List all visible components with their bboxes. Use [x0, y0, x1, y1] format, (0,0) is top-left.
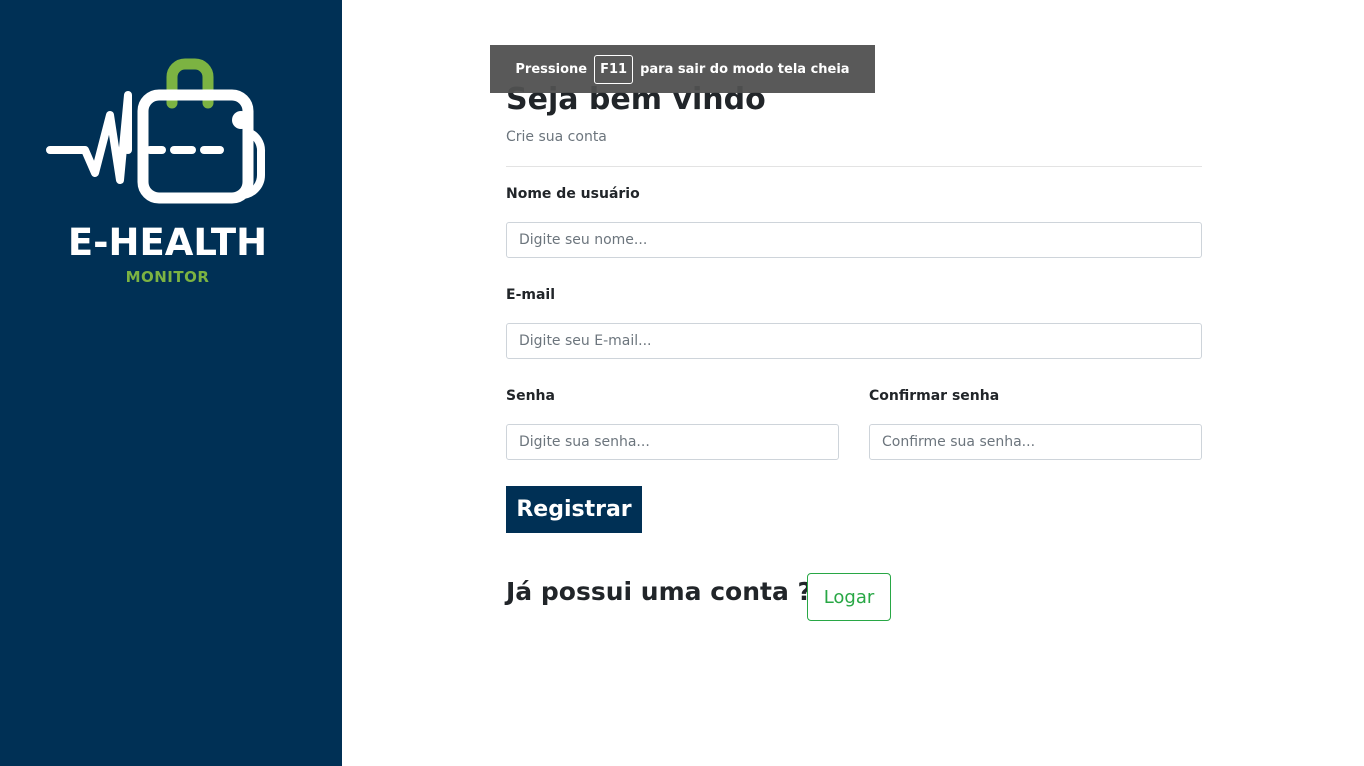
password-label: Senha: [506, 388, 555, 404]
fullscreen-notice: Pressione F11 para sair do modo tela che…: [490, 45, 875, 93]
page-subtitle: Crie sua conta: [506, 129, 607, 145]
divider: [506, 166, 1202, 167]
medical-bag-heartbeat-icon: [46, 58, 265, 204]
sidebar: E-HEALTH MONITOR: [0, 0, 342, 766]
have-account-text: Já possui uma conta ?: [506, 577, 813, 606]
email-label: E-mail: [506, 287, 556, 303]
f11-key-badge: F11: [594, 54, 634, 84]
username-input[interactable]: [506, 222, 1202, 258]
fullscreen-notice-after: para sair do modo tela cheia: [640, 61, 850, 77]
brand-subname: MONITOR: [125, 268, 210, 286]
register-button[interactable]: Registrar: [506, 486, 642, 533]
confirm-password-input[interactable]: [869, 424, 1202, 460]
email-input[interactable]: [506, 323, 1202, 359]
ehealth-logo: E-HEALTH MONITOR: [40, 55, 285, 295]
username-label: Nome de usuário: [506, 186, 640, 202]
fullscreen-notice-before: Pressione: [515, 61, 588, 77]
confirm-password-label: Confirmar senha: [869, 388, 1000, 404]
password-input[interactable]: [506, 424, 839, 460]
login-button[interactable]: Logar: [807, 573, 891, 621]
brand-name: E-HEALTH: [67, 221, 268, 264]
